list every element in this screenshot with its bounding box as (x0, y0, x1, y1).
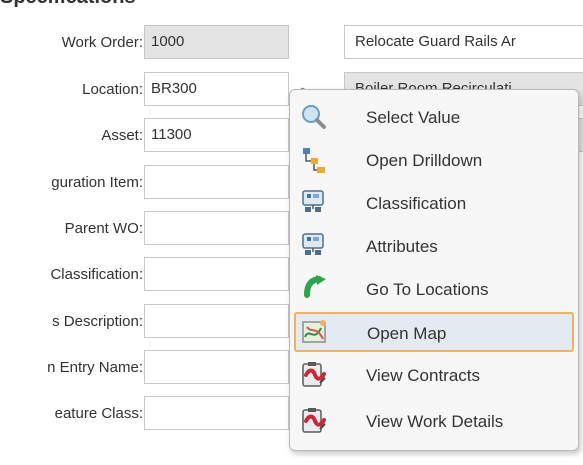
entry-name-field[interactable] (144, 350, 289, 384)
class-description-field[interactable] (144, 304, 289, 338)
classification-label: Classification: (50, 266, 143, 283)
menu-item-label: View Work Details (366, 412, 504, 431)
asset-field[interactable]: 11300 (144, 118, 289, 152)
menu-item-classification[interactable]: Classification (294, 183, 574, 223)
class-description-label: s Description: (52, 313, 143, 330)
work-order-description-field[interactable]: Relocate Guard Rails Ar (344, 25, 583, 59)
configuration-item-label: guration Item: (51, 174, 143, 191)
go-to-arrow-icon (300, 275, 328, 303)
classification-field[interactable] (144, 257, 289, 291)
parent-wo-field[interactable] (144, 211, 289, 245)
menu-item-open-drilldown[interactable]: Open Drilldown (294, 140, 574, 180)
menu-item-select-value[interactable]: Select Value (294, 97, 574, 137)
menu-item-label: Go To Locations (366, 280, 489, 299)
entry-name-label: n Entry Name: (47, 359, 143, 376)
magnifier-icon (300, 103, 328, 131)
drilldown-icon (300, 146, 328, 174)
attributes-icon (300, 232, 328, 260)
menu-item-label: Open Drilldown (366, 151, 483, 170)
feature-class-label: eature Class: (54, 405, 143, 422)
clipboard-icon (300, 407, 328, 435)
menu-item-view-work-details[interactable]: View Work Details (294, 401, 574, 441)
parent-wo-label: Parent WO: (64, 220, 143, 237)
clipboard-icon (300, 361, 328, 389)
location-field[interactable]: BR300 (144, 72, 289, 106)
classification-icon (300, 189, 328, 217)
menu-item-go-to-locations[interactable]: Go To Locations (294, 269, 574, 309)
detail-context-menu: Select Value Open Drilldown Classificati… (289, 89, 579, 451)
menu-item-view-contracts[interactable]: View Contracts (294, 355, 574, 395)
asset-label: Asset: (101, 127, 143, 144)
menu-item-attributes[interactable]: Attributes (294, 226, 574, 266)
menu-item-label: Select Value (366, 108, 461, 127)
work-order-specifications-page: Specifications Work Order: Location: Ass… (0, 0, 583, 465)
menu-item-label: Classification (366, 194, 467, 213)
menu-item-label: Attributes (366, 237, 438, 256)
menu-item-open-map[interactable]: Open Map (294, 312, 574, 352)
feature-class-field[interactable] (144, 396, 289, 430)
menu-item-label: Open Map (367, 324, 447, 343)
location-label: Location: (82, 81, 143, 98)
configuration-item-field[interactable] (144, 165, 289, 199)
work-order-label: Work Order: (61, 34, 143, 51)
menu-item-label: View Contracts (366, 366, 481, 385)
map-icon (301, 319, 329, 347)
section-heading: Specifications (0, 0, 136, 9)
work-order-field: 1000 (144, 25, 289, 59)
